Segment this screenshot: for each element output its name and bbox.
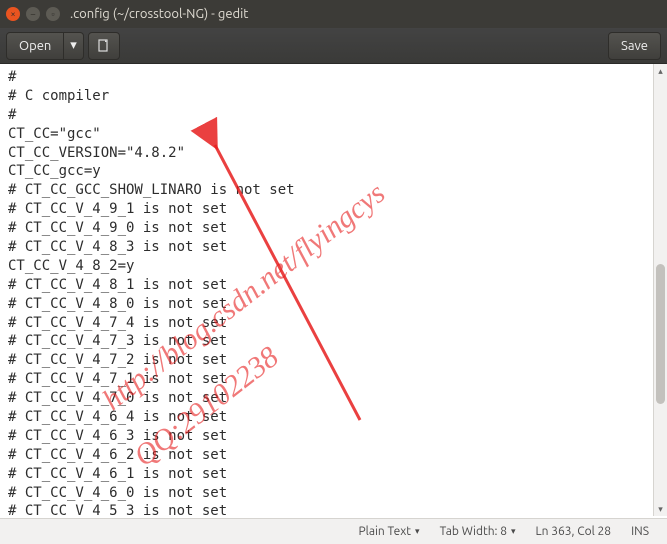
editor-line: # C compiler [8,87,659,106]
new-document-icon [97,39,111,53]
open-dropdown-button[interactable]: ▾ [64,32,84,60]
insert-mode[interactable]: INS [621,525,659,538]
editor-line: # CT_CC_V_4_6_0 is not set [8,484,659,503]
minimize-icon[interactable]: – [26,7,40,21]
window-title: .config (~/crosstool-NG) - gedit [70,7,248,21]
window-titlebar: × – ▫ .config (~/crosstool-NG) - gedit [0,0,667,28]
save-button-label: Save [621,39,648,53]
open-button[interactable]: Open [6,32,64,60]
editor-line: # CT_CC_V_4_6_1 is not set [8,465,659,484]
editor-line: # CT_CC_V_4_5_3 is not set [8,502,659,518]
statusbar: Plain Text Tab Width: 8 Ln 363, Col 28 I… [0,518,667,544]
open-button-group: Open ▾ [6,32,84,60]
editor-line: CT_CC_V_4_8_2=y [8,257,659,276]
syntax-mode-label: Plain Text [359,525,412,538]
editor-line: # CT_CC_V_4_9_1 is not set [8,200,659,219]
save-button[interactable]: Save [608,32,661,60]
tab-width-selector[interactable]: Tab Width: 8 [430,525,526,538]
scroll-down-icon[interactable]: ▾ [654,502,667,516]
open-button-label: Open [19,39,51,53]
editor-line: # CT_CC_V_4_7_1 is not set [8,370,659,389]
cursor-position: Ln 363, Col 28 [526,525,622,538]
window-controls: × – ▫ [6,7,60,21]
editor-line: # CT_CC_V_4_7_3 is not set [8,332,659,351]
editor-line: # [8,68,659,87]
editor-line: # [8,106,659,125]
editor-line: # CT_CC_V_4_8_0 is not set [8,295,659,314]
scroll-up-icon[interactable]: ▴ [654,64,667,78]
new-document-button[interactable] [88,32,120,60]
editor-line: CT_CC_gcc=y [8,162,659,181]
editor-line: # CT_CC_V_4_7_0 is not set [8,389,659,408]
syntax-mode-selector[interactable]: Plain Text [349,525,430,538]
toolbar: Open ▾ Save [0,28,667,64]
cursor-position-label: Ln 363, Col 28 [536,525,612,538]
editor-line: # CT_CC_V_4_6_4 is not set [8,408,659,427]
vertical-scrollbar[interactable]: ▴ ▾ [653,64,667,516]
maximize-icon[interactable]: ▫ [46,7,60,21]
editor-line: # CT_CC_V_4_9_0 is not set [8,219,659,238]
close-icon[interactable]: × [6,7,20,21]
editor-line: # CT_CC_V_4_7_2 is not set [8,351,659,370]
tab-width-label: Tab Width: 8 [440,525,507,538]
editor-line: CT_CC_VERSION="4.8.2" [8,144,659,163]
editor-line: # CT_CC_V_4_7_4 is not set [8,314,659,333]
editor-line: # CT_CC_GCC_SHOW_LINARO is not set [8,181,659,200]
editor-line: # CT_CC_V_4_6_2 is not set [8,446,659,465]
insert-mode-label: INS [631,525,649,538]
scrollbar-thumb[interactable] [656,264,665,404]
editor-text-area[interactable]: ## C compiler#CT_CC="gcc"CT_CC_VERSION="… [0,64,667,518]
editor-line: # CT_CC_V_4_8_3 is not set [8,238,659,257]
editor-line: # CT_CC_V_4_8_1 is not set [8,276,659,295]
editor-line: CT_CC="gcc" [8,125,659,144]
chevron-down-icon: ▾ [70,38,77,53]
editor-line: # CT_CC_V_4_6_3 is not set [8,427,659,446]
